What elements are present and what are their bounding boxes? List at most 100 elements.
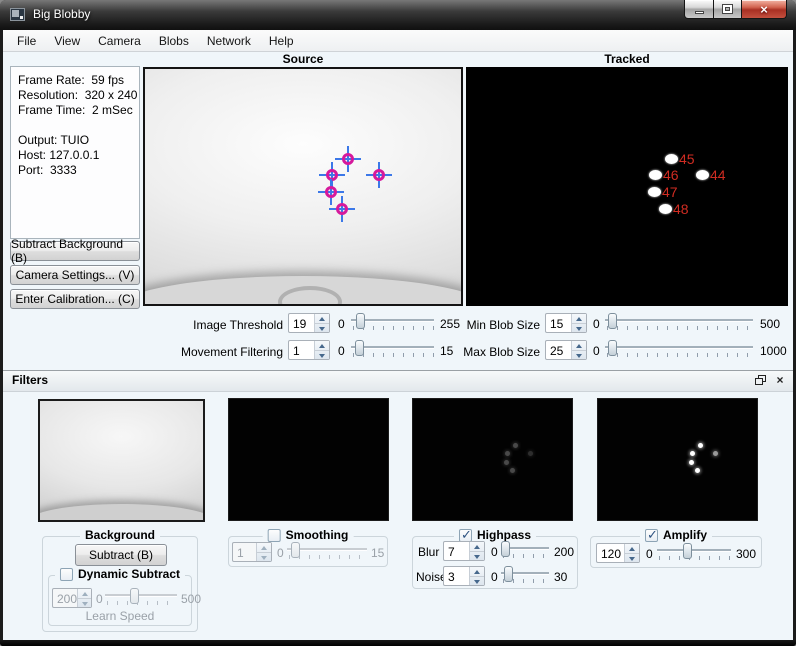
blob-id-label: 47 (662, 184, 678, 200)
dynamic-subtract-checkbox[interactable] (59, 567, 73, 581)
max-blob-size-spinbox[interactable]: 25 (545, 340, 587, 360)
blob-id-label: 45 (679, 151, 695, 167)
slider-handle[interactable] (682, 543, 692, 559)
spin-up-icon[interactable] (78, 589, 91, 598)
menu-item-camera[interactable]: Camera (89, 31, 150, 51)
enter-calibration-button[interactable]: Enter Calibration... (C) (10, 289, 140, 309)
tracked-panel-title: Tracked (604, 52, 650, 66)
app-icon (10, 8, 25, 21)
blob-id-label: 48 (673, 201, 689, 217)
highpass-preview[interactable] (412, 398, 573, 521)
close-button[interactable]: × (742, 0, 787, 19)
camera-settings-button[interactable]: Camera Settings... (V) (10, 265, 140, 285)
preview-dot (513, 443, 518, 448)
background-group-title: Background (79, 528, 161, 542)
spin-down-icon[interactable] (470, 575, 484, 586)
amplify-preview[interactable] (597, 398, 758, 521)
spin-up-icon[interactable] (315, 314, 329, 323)
learn-speed-slider[interactable] (104, 588, 178, 608)
dock-close-button[interactable]: × (772, 372, 788, 388)
learn-speed-min: 0 (96, 592, 103, 606)
background-preview[interactable] (38, 399, 205, 522)
spin-up-icon[interactable] (257, 543, 271, 552)
subtract-button[interactable]: Subtract (B) (75, 544, 167, 566)
slider-handle[interactable] (501, 541, 511, 557)
slider-handle[interactable] (355, 313, 365, 329)
image-threshold-min: 0 (338, 317, 345, 331)
max-blob-size-slider[interactable] (604, 340, 754, 360)
background-title-label: Background (84, 528, 156, 542)
source-video[interactable] (143, 67, 463, 306)
filters-dock-titlebar[interactable] (3, 370, 793, 392)
amplify-checkbox[interactable] (644, 528, 658, 543)
spin-up-icon[interactable] (470, 542, 484, 551)
spin-value: 3 (448, 570, 455, 584)
smoothing-spinbox[interactable]: 1 (232, 542, 272, 562)
slider-handle[interactable] (130, 588, 139, 604)
blur-slider[interactable] (500, 541, 550, 561)
spin-down-icon[interactable] (572, 349, 586, 360)
tracked-blob (665, 154, 678, 164)
slider-handle[interactable] (355, 340, 365, 356)
learn-speed-spinbox[interactable]: 200 (52, 588, 92, 608)
tracked-blob (696, 170, 709, 180)
smoothing-slider[interactable] (286, 542, 368, 562)
crosshair-marker (329, 196, 355, 222)
minimize-button[interactable] (684, 0, 714, 19)
spin-up-icon[interactable] (315, 341, 329, 350)
menu-item-help[interactable]: Help (260, 31, 303, 51)
spin-up-icon[interactable] (572, 314, 586, 323)
spin-down-icon[interactable] (257, 551, 271, 562)
amplify-spinbox[interactable]: 120 (596, 543, 640, 563)
menu-item-network[interactable]: Network (198, 31, 260, 51)
menu-item-blobs[interactable]: Blobs (150, 31, 198, 51)
noise-slider[interactable] (500, 566, 550, 586)
highpass-checkbox[interactable] (458, 528, 472, 543)
tracked-blob (648, 187, 661, 197)
smoothing-checkbox[interactable] (267, 528, 281, 542)
smoothing-min: 0 (277, 546, 284, 560)
tracked-blob (649, 170, 662, 180)
spin-down-icon[interactable] (78, 597, 91, 608)
min-blob-size-label: Min Blob Size (466, 318, 540, 332)
title-bar[interactable]: Big Blobby × (0, 0, 796, 30)
min-blob-size-slider[interactable] (604, 313, 754, 333)
spin-down-icon[interactable] (315, 349, 329, 360)
maximize-button[interactable] (714, 0, 742, 19)
spin-up-icon[interactable] (572, 341, 586, 350)
blur-spinbox[interactable]: 7 (443, 541, 485, 561)
spin-down-icon[interactable] (470, 550, 484, 561)
image-threshold-slider[interactable] (350, 313, 435, 333)
smoothing-preview[interactable] (228, 398, 389, 521)
slider-groove (105, 594, 177, 596)
spin-down-icon[interactable] (625, 552, 639, 563)
min-blob-size-spinbox[interactable]: 15 (545, 313, 587, 333)
amplify-slider[interactable] (656, 543, 732, 563)
noise-spinbox[interactable]: 3 (443, 566, 485, 586)
slider-handle[interactable] (608, 313, 618, 329)
spin-up-icon[interactable] (470, 567, 484, 576)
spin-buttons (571, 341, 586, 359)
noise-min: 0 (491, 570, 498, 584)
movement-filtering-slider[interactable] (350, 340, 435, 360)
slider-ticks (289, 555, 367, 559)
preview-dot (528, 451, 533, 456)
amplify-group-title: Amplify (639, 528, 713, 543)
menu-item-view[interactable]: View (45, 31, 89, 51)
spin-buttons (77, 589, 91, 607)
spin-down-icon[interactable] (572, 322, 586, 333)
menu-item-file[interactable]: File (8, 31, 45, 51)
spin-up-icon[interactable] (625, 544, 639, 553)
movement-filtering-spinbox[interactable]: 1 (288, 340, 330, 360)
subtract-background-button[interactable]: Subtract Background (B) (10, 237, 140, 265)
max-blob-size-max: 1000 (760, 344, 787, 358)
dock-float-button[interactable] (752, 372, 768, 388)
spin-down-icon[interactable] (315, 322, 329, 333)
image-threshold-spinbox[interactable]: 19 (288, 313, 330, 333)
status-line: Port: 3333 (18, 163, 77, 177)
slider-handle[interactable] (607, 340, 617, 356)
slider-handle[interactable] (504, 566, 514, 582)
slider-handle[interactable] (290, 542, 300, 558)
tracked-video[interactable]: 45 46 44 47 48 (466, 67, 788, 306)
smoothing-title-label: Smoothing (285, 528, 349, 542)
